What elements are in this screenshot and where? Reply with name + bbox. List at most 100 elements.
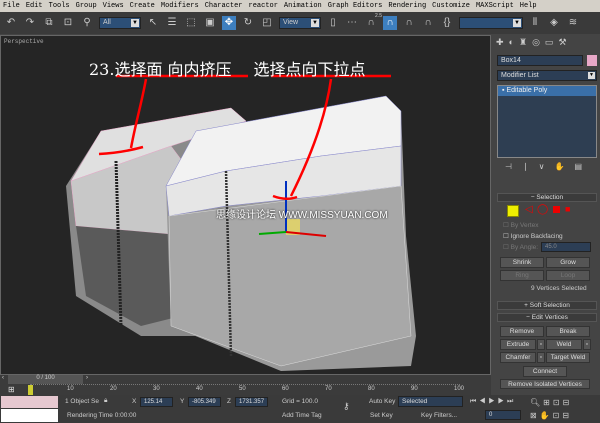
ignore-backfacing-checkbox[interactable]: ☐ Ignore Backfacing bbox=[503, 232, 563, 240]
modify-tab-icon[interactable]: ◐ bbox=[509, 37, 514, 48]
by-vertex-checkbox[interactable]: ☐ By Vertex bbox=[503, 221, 538, 229]
ring-button[interactable]: Ring bbox=[500, 270, 544, 281]
vertex-mode-icon[interactable] bbox=[507, 205, 519, 217]
motion-tab-icon[interactable]: ◎ bbox=[532, 37, 540, 48]
element-mode-icon[interactable]: ■ bbox=[565, 204, 570, 214]
align-icon[interactable]: ◈ bbox=[547, 16, 561, 30]
frame-ruler[interactable]: 10 20 30 40 50 60 70 80 90 100 bbox=[30, 384, 464, 395]
soft-selection-rollout-header[interactable]: + Soft Selection bbox=[497, 301, 597, 310]
break-button[interactable]: Break bbox=[546, 326, 590, 337]
utilities-tab-icon[interactable]: ⚒ bbox=[558, 37, 566, 48]
scale-icon[interactable]: ◰ bbox=[260, 16, 274, 30]
menu-modifiers[interactable]: Modifiers bbox=[161, 2, 199, 10]
x-coordinate-field[interactable]: 125.14 bbox=[140, 397, 173, 407]
select-by-name-icon[interactable]: ☰ bbox=[165, 16, 179, 30]
viewport-navigation-controls[interactable]: 🔍︎⊞⊡⊟ bbox=[530, 398, 572, 407]
chamfer-button[interactable]: Chamfer bbox=[500, 352, 536, 363]
link-icon[interactable]: ⧉ bbox=[42, 16, 56, 30]
menu-create[interactable]: Create bbox=[130, 2, 155, 10]
polygon-mode-icon[interactable] bbox=[553, 206, 560, 213]
spinner-snap-icon[interactable]: ∩ bbox=[421, 16, 435, 30]
edit-named-selection-icon[interactable]: {} bbox=[440, 16, 454, 30]
menu-animation[interactable]: Animation bbox=[284, 2, 322, 10]
key-icon[interactable]: ⚷ bbox=[343, 401, 350, 412]
maxscript-listener[interactable] bbox=[1, 396, 58, 408]
selection-rollout-header[interactable]: − Selection bbox=[497, 193, 597, 202]
percent-snap-icon[interactable]: ∩ bbox=[402, 16, 416, 30]
edit-vertices-rollout-header[interactable]: − Edit Vertices bbox=[497, 313, 597, 322]
prev-frame-icon[interactable]: ‹ bbox=[2, 375, 4, 381]
extrude-button[interactable]: Extrude bbox=[500, 339, 536, 350]
auto-key-button[interactable]: Auto Key bbox=[369, 398, 395, 405]
configure-sets-icon[interactable]: ▤ bbox=[575, 162, 583, 171]
weld-button[interactable]: Weld bbox=[546, 339, 582, 350]
next-frame-icon[interactable]: › bbox=[86, 375, 88, 381]
target-weld-button[interactable]: Target Weld bbox=[546, 352, 590, 363]
menu-edit[interactable]: Edit bbox=[26, 2, 43, 10]
extrude-settings-icon[interactable]: ▫ bbox=[537, 339, 545, 350]
set-key-button[interactable]: Set Key bbox=[370, 412, 393, 419]
key-mode-dropdown[interactable]: Selected bbox=[398, 396, 463, 407]
y-coordinate-field[interactable]: -805.349 bbox=[188, 397, 221, 407]
menu-maxscript[interactable]: MAXScript bbox=[476, 2, 514, 10]
maxscript-input[interactable] bbox=[1, 409, 58, 422]
remove-modifier-icon[interactable]: ✋ bbox=[555, 162, 565, 171]
grow-button[interactable]: Grow bbox=[546, 257, 590, 268]
angle-snap-icon[interactable]: ∩ bbox=[383, 16, 397, 30]
add-time-tag[interactable]: Add Time Tag bbox=[282, 412, 322, 419]
remove-isolated-vertices-button[interactable]: Remove Isolated Vertices bbox=[500, 379, 590, 389]
lock-selection-icon[interactable]: 🔒︎ bbox=[104, 397, 107, 405]
bind-spacewarp-icon[interactable]: ⚲ bbox=[80, 16, 94, 30]
layer-manager-icon[interactable]: ≋ bbox=[566, 16, 580, 30]
modifier-list-dropdown[interactable]: Modifier List ▼ bbox=[497, 70, 597, 81]
menu-rendering[interactable]: Rendering bbox=[388, 2, 426, 10]
weld-settings-icon[interactable]: ▫ bbox=[583, 339, 591, 350]
redo-icon[interactable]: ↷ bbox=[23, 16, 37, 30]
mirror-icon[interactable]: ⫴ bbox=[528, 16, 542, 30]
menu-reactor[interactable]: reactor bbox=[249, 2, 278, 10]
rotate-icon[interactable]: ↻ bbox=[241, 16, 255, 30]
menu-file[interactable]: File bbox=[3, 2, 20, 10]
mini-curve-editor-icon[interactable]: ⊞ bbox=[8, 385, 15, 394]
key-filters-button[interactable]: Key Filters... bbox=[421, 412, 457, 419]
pivot-icon[interactable]: ▯ bbox=[326, 16, 340, 30]
connect-button[interactable]: Connect bbox=[523, 366, 567, 377]
menu-views[interactable]: Views bbox=[103, 2, 124, 10]
object-name-field[interactable]: Box14 bbox=[497, 55, 583, 66]
time-slider[interactable]: 0 / 100 bbox=[8, 375, 83, 384]
menu-help[interactable]: Help bbox=[520, 2, 537, 10]
hierarchy-tab-icon[interactable]: ♜ bbox=[519, 37, 527, 48]
z-coordinate-field[interactable]: 1731.357 bbox=[235, 397, 268, 407]
undo-icon[interactable]: ↶ bbox=[4, 16, 18, 30]
select-icon[interactable]: ↖ bbox=[146, 16, 160, 30]
edge-mode-icon[interactable]: ◁ bbox=[525, 204, 533, 215]
create-tab-icon[interactable]: ✚ bbox=[496, 37, 504, 48]
rect-region-icon[interactable]: ⬚ bbox=[184, 16, 198, 30]
menu-group[interactable]: Group bbox=[76, 2, 97, 10]
menu-character[interactable]: Character bbox=[205, 2, 243, 10]
selection-filter-dropdown[interactable]: All ▼ bbox=[99, 17, 141, 29]
loop-button[interactable]: Loop bbox=[546, 270, 590, 281]
snap-toggle-icon[interactable]: ∩ 2.5 bbox=[364, 13, 382, 30]
make-unique-icon[interactable]: ∨ bbox=[539, 162, 545, 171]
menu-graph-editors[interactable]: Graph Editors bbox=[328, 2, 383, 10]
menu-customize[interactable]: Customize bbox=[432, 2, 470, 10]
manipulate-icon[interactable]: ⋯ bbox=[345, 16, 359, 30]
angle-field[interactable]: 45.0 bbox=[541, 242, 591, 252]
named-selection-dropdown[interactable]: ▼ bbox=[459, 17, 523, 29]
menu-tools[interactable]: Tools bbox=[49, 2, 70, 10]
reference-coord-dropdown[interactable]: View ▼ bbox=[279, 17, 321, 29]
playback-controls[interactable]: ⏮◀▶▶⏭ bbox=[470, 398, 516, 406]
remove-button[interactable]: Remove bbox=[500, 326, 544, 337]
chamfer-settings-icon[interactable]: ▫ bbox=[537, 352, 545, 363]
shrink-button[interactable]: Shrink bbox=[500, 257, 544, 268]
border-mode-icon[interactable]: ◯ bbox=[537, 204, 548, 215]
unlink-icon[interactable]: ⊡ bbox=[61, 16, 75, 30]
perspective-viewport[interactable]: Perspective 23.选择面 向内挤压 选择点向下拉点 思缘设计论坛 W… bbox=[0, 35, 491, 375]
stack-item-editable-poly[interactable]: ▪ Editable Poly bbox=[498, 86, 596, 96]
window-crossing-icon[interactable]: ▣ bbox=[203, 16, 217, 30]
pin-stack-icon[interactable]: ⊣ bbox=[505, 162, 512, 171]
move-icon[interactable]: ✥ bbox=[222, 16, 236, 30]
object-color-swatch[interactable] bbox=[587, 55, 597, 66]
viewport-navigation-controls-2[interactable]: ⊠✋⊡⊟ bbox=[530, 411, 572, 420]
